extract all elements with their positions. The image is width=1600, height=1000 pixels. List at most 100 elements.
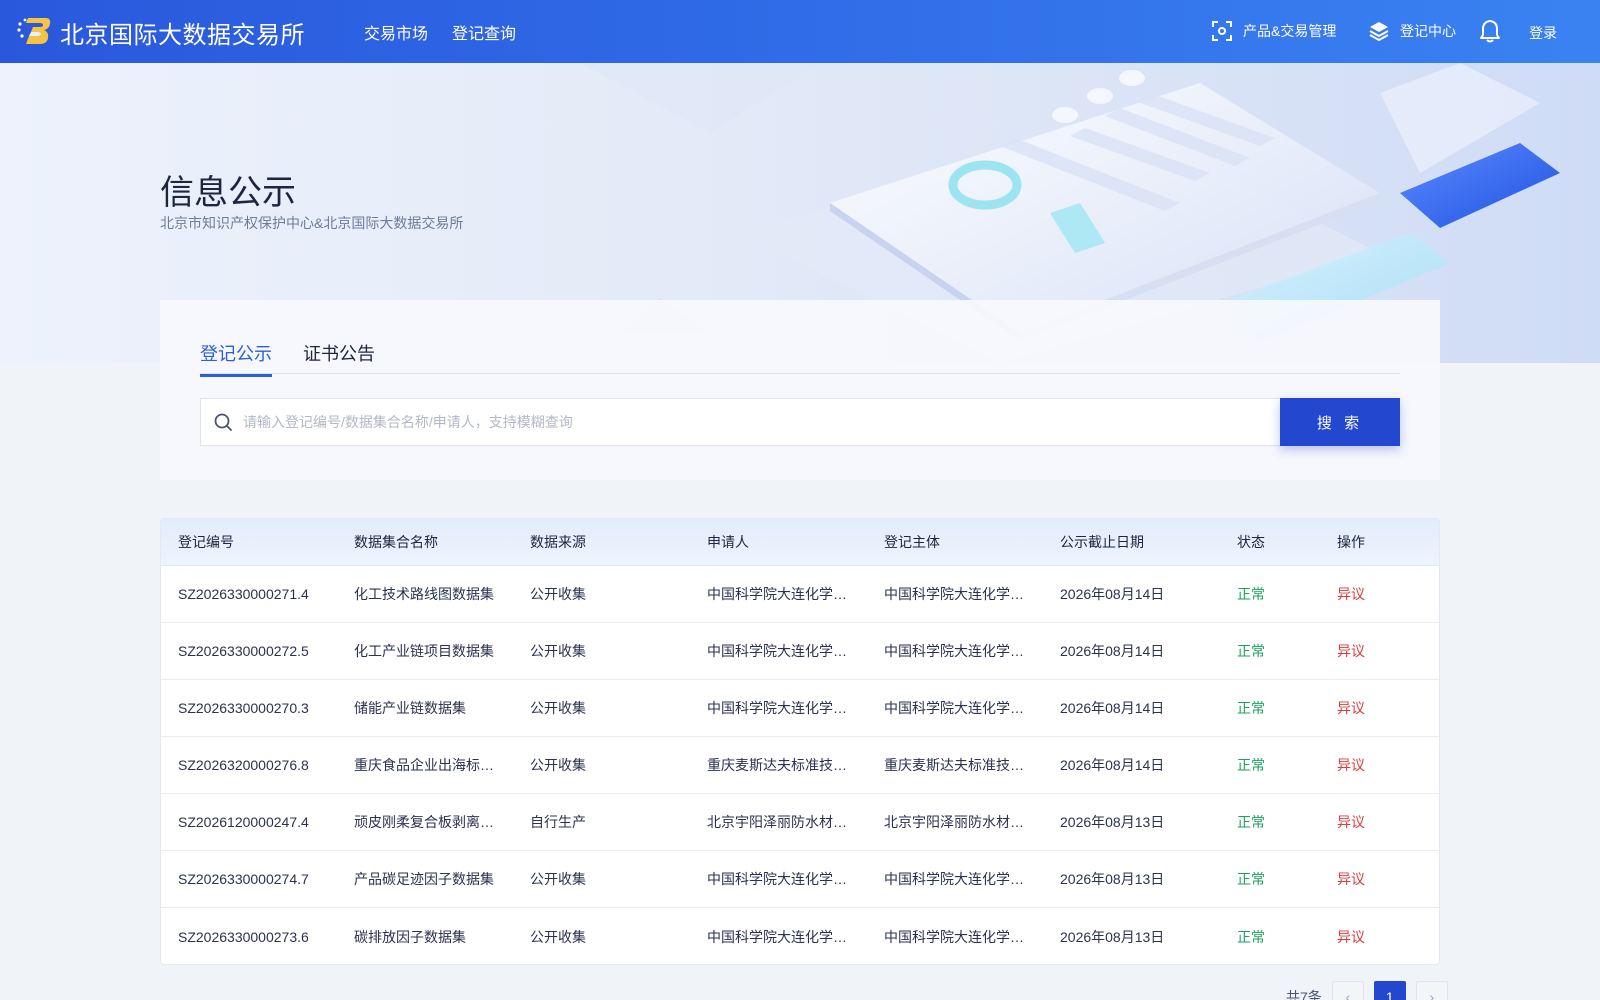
- objection-link[interactable]: 异议: [1320, 698, 1421, 718]
- cell-reg-no: SZ2026330000273.6: [178, 928, 309, 945]
- cell-data-source: 公开收集: [530, 928, 586, 945]
- cell-applicant: 中国科学院大连化学…: [707, 643, 847, 659]
- cell-applicant: 重庆麦斯达夫标准技…: [707, 757, 847, 773]
- cell-applicant: 北京宇阳泽丽防水材…: [707, 814, 847, 830]
- cell-reg-no: SZ2026320000276.8: [178, 757, 309, 773]
- status-badge: 正常: [1237, 643, 1265, 659]
- cell-applicant: 中国科学院大连化学…: [707, 700, 847, 716]
- tab-registration-notice[interactable]: 登记公示: [200, 340, 272, 377]
- status-badge: 正常: [1237, 871, 1265, 887]
- cell-reg-no: SZ2026330000274.7: [178, 871, 309, 887]
- next-page-button[interactable]: ›: [1415, 981, 1448, 1000]
- table-row: SZ2026330000270.3 储能产业链数据集 公开收集 中国科学院大连化学… 中…: [161, 680, 1439, 737]
- cell-applicant: 中国科学院大连化学…: [707, 586, 847, 602]
- cell-subject: 中国科学院大连化学…: [884, 928, 1024, 945]
- cell-subject: 中国科学院大连化学…: [884, 586, 1024, 602]
- cell-dataset-name: 顽皮刚柔复合板剥离…: [354, 814, 494, 830]
- cell-subject: 北京宇阳泽丽防水材…: [884, 814, 1024, 830]
- tab-bar: 登记公示 证书公告: [200, 340, 1400, 377]
- table-row: SZ2026330000271.4 化工技术路线图数据集 公开收集 中国科学院大连化学…: [161, 566, 1439, 623]
- cell-data-source: 公开收集: [530, 757, 586, 773]
- column-header-reg-no: 登记编号: [178, 534, 234, 550]
- bell-icon: [1480, 20, 1500, 43]
- registration-center-label: 登记中心: [1400, 23, 1456, 39]
- page-title: 信息公示: [160, 174, 296, 212]
- cell-data-source: 自行生产: [530, 814, 586, 830]
- scan-icon: [1212, 21, 1232, 41]
- search-box: [200, 398, 1280, 446]
- cell-deadline: 2026年08月13日: [1060, 928, 1165, 945]
- objection-link[interactable]: 异议: [1320, 584, 1421, 604]
- cell-subject: 中国科学院大连化学…: [884, 643, 1024, 659]
- cell-subject: 中国科学院大连化学…: [884, 871, 1024, 887]
- cell-applicant: 中国科学院大连化学…: [707, 928, 847, 945]
- notification-button[interactable]: [1479, 19, 1511, 43]
- status-badge: 正常: [1237, 928, 1265, 945]
- cell-dataset-name: 重庆食品企业出海标…: [354, 757, 494, 773]
- status-badge: 正常: [1237, 757, 1265, 773]
- column-header-deadline: 公示截止日期: [1060, 534, 1144, 550]
- layers-icon: [1369, 22, 1389, 42]
- cell-subject: 中国科学院大连化学…: [884, 700, 1024, 716]
- column-header-data-source: 数据来源: [530, 534, 586, 550]
- cell-applicant: 中国科学院大连化学…: [707, 871, 847, 887]
- cell-subject: 重庆麦斯达夫标准技…: [884, 757, 1024, 773]
- cell-deadline: 2026年08月14日: [1060, 643, 1165, 659]
- login-link[interactable]: 登录: [1529, 23, 1557, 43]
- cell-reg-no: SZ2026120000247.4: [178, 814, 309, 830]
- column-header-subject: 登记主体: [884, 534, 940, 550]
- registration-center-link[interactable]: 登记中心: [1368, 20, 1456, 42]
- table-row: SZ2026120000247.4 顽皮刚柔复合板剥离… 自行生产 北京宇阳泽丽防水材…: [161, 794, 1439, 851]
- total-count: 共7条: [1286, 989, 1322, 1000]
- cell-dataset-name: 化工产业链项目数据集: [354, 643, 494, 659]
- page-subtitle: 北京市知识产权保护中心&北京国际大数据交易所: [160, 215, 464, 231]
- cell-dataset-name: 化工技术路线图数据集: [354, 586, 494, 602]
- table-row: SZ2026330000272.5 化工产业链项目数据集 公开收集 中国科学院大连化学…: [161, 623, 1439, 680]
- cell-reg-no: SZ2026330000270.3: [178, 700, 309, 716]
- site-name[interactable]: 北京国际大数据交易所: [60, 15, 305, 50]
- product-management-link[interactable]: 产品&交易管理: [1211, 20, 1336, 42]
- search-input[interactable]: [243, 414, 1243, 430]
- tab-certificate-announcement[interactable]: 证书公告: [303, 340, 375, 374]
- objection-link[interactable]: 异议: [1320, 641, 1421, 661]
- logo-icon[interactable]: [16, 14, 52, 48]
- search-card: 登记公示 证书公告 搜 索: [160, 300, 1440, 480]
- cell-deadline: 2026年08月14日: [1060, 586, 1165, 602]
- cell-dataset-name: 碳排放因子数据集: [354, 928, 466, 945]
- objection-link[interactable]: 异议: [1320, 869, 1421, 889]
- status-badge: 正常: [1237, 814, 1265, 830]
- table-row: SZ2026330000273.6 碳排放因子数据集 公开收集 中国科学院大连化学… 中…: [161, 908, 1439, 964]
- column-header-dataset-name: 数据集合名称: [354, 534, 438, 550]
- main-nav: 交易市场 登记查询: [364, 0, 516, 63]
- cell-deadline: 2026年08月14日: [1060, 757, 1165, 773]
- cell-deadline: 2026年08月13日: [1060, 814, 1165, 830]
- table-body: SZ2026330000271.4 化工技术路线图数据集 公开收集 中国科学院大连化学…: [161, 566, 1439, 964]
- product-management-label: 产品&交易管理: [1243, 23, 1337, 39]
- objection-link[interactable]: 异议: [1320, 812, 1421, 832]
- search-icon: [214, 413, 232, 431]
- cell-reg-no: SZ2026330000272.5: [178, 643, 309, 659]
- cell-deadline: 2026年08月14日: [1060, 700, 1165, 716]
- prev-page-button[interactable]: ‹: [1331, 981, 1364, 1000]
- cell-data-source: 公开收集: [530, 871, 586, 887]
- cell-data-source: 公开收集: [530, 586, 586, 602]
- column-header-action: 操作: [1337, 534, 1365, 550]
- cell-reg-no: SZ2026330000271.4: [178, 586, 309, 602]
- pagination: 共7条 ‹ 1 ›: [1286, 980, 1448, 1000]
- cell-data-source: 公开收集: [530, 700, 586, 716]
- cell-dataset-name: 产品碳足迹因子数据集: [354, 871, 494, 887]
- search-button[interactable]: 搜 索: [1280, 398, 1400, 446]
- table-row: SZ2026330000274.7 产品碳足迹因子数据集 公开收集 中国科学院大连化学…: [161, 851, 1439, 908]
- table-row: SZ2026320000276.8 重庆食品企业出海标… 公开收集 重庆麦斯达夫标准技…: [161, 737, 1439, 794]
- column-header-status: 状态: [1237, 534, 1265, 550]
- objection-link[interactable]: 异议: [1320, 927, 1421, 947]
- status-badge: 正常: [1237, 586, 1265, 602]
- cell-dataset-name: 储能产业链数据集: [354, 700, 466, 716]
- table-header: 登记编号 数据集合名称 数据来源 申请人 登记主体 公示截止日期 状态 操作: [161, 519, 1439, 566]
- nav-item-registration-query[interactable]: 登记查询: [452, 20, 516, 44]
- column-header-applicant: 申请人: [707, 534, 749, 550]
- nav-item-market[interactable]: 交易市场: [364, 20, 428, 44]
- top-navbar: 北京国际大数据交易所 交易市场 登记查询 产品&交易管理 登记中心 登录: [0, 0, 1600, 63]
- objection-link[interactable]: 异议: [1320, 755, 1421, 775]
- page-button-1[interactable]: 1: [1373, 981, 1406, 1000]
